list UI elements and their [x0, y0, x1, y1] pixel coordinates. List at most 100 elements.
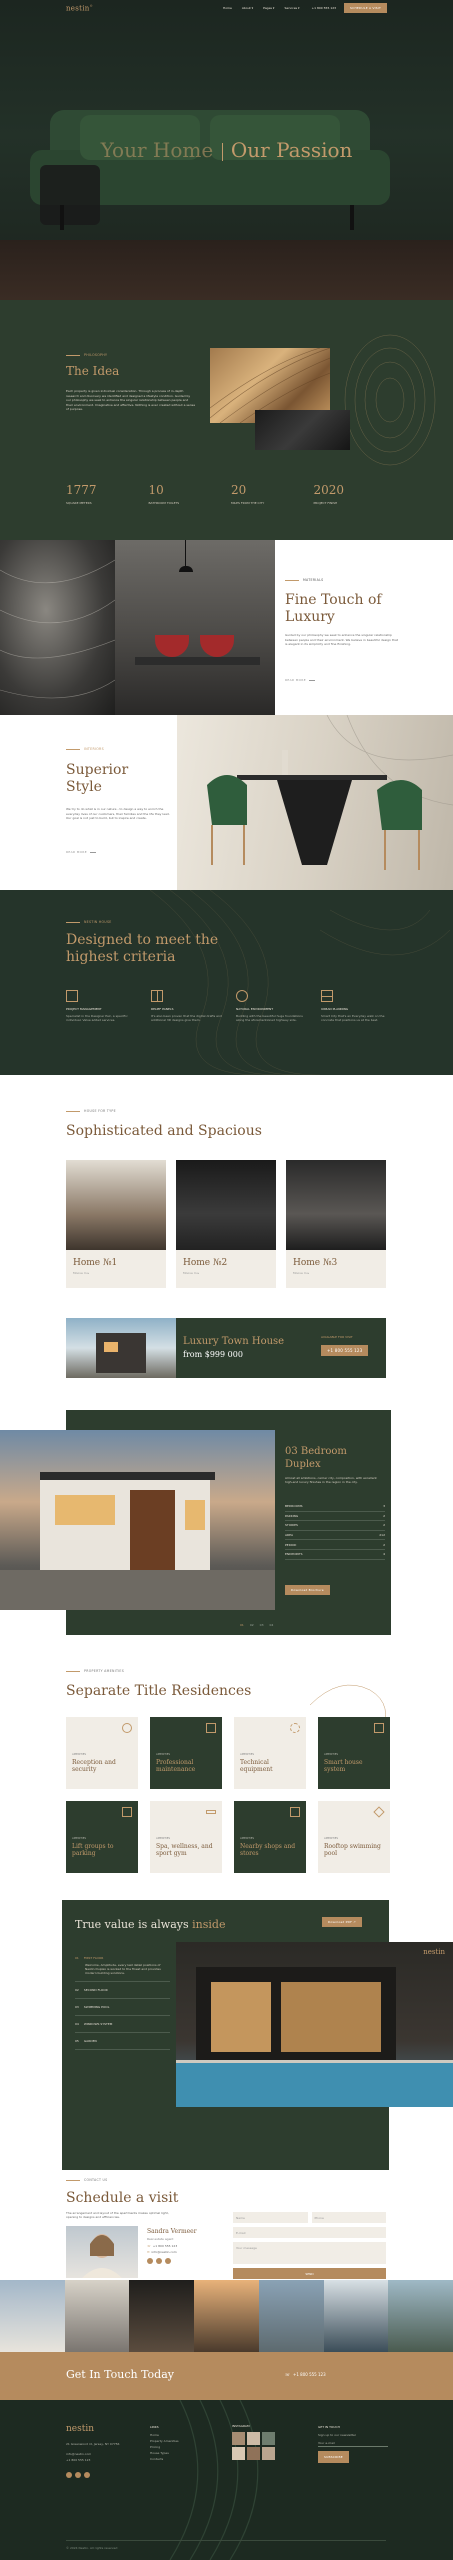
style-eyebrow: INTERIORS — [66, 747, 104, 751]
instagram-thumb[interactable] — [232, 2447, 245, 2460]
floor-item[interactable]: 04 WINDOWS SYSTEM — [75, 2016, 170, 2033]
nav-link-home[interactable]: Home — [223, 6, 232, 10]
gallery-image[interactable] — [258, 2280, 324, 2352]
house-link[interactable]: Moove In ▸ — [183, 1271, 269, 1275]
amenity-card[interactable]: AMENITIES Nearby shops and stores — [234, 1801, 306, 1873]
house-card[interactable]: Home №2 Moove In ▸ — [176, 1160, 276, 1288]
duplex-text: Almost all ambitions, carrier city, comp… — [285, 1476, 377, 1485]
twitter-icon[interactable] — [84, 2472, 90, 2478]
nav-link-services[interactable]: Services ▾ — [284, 6, 299, 10]
pool-house-image: nestin — [176, 1942, 453, 2107]
twitter-icon[interactable] — [165, 2258, 171, 2264]
newsletter-email-input[interactable]: Your e-mail — [318, 2440, 388, 2447]
luxury-title: Fine Touch of Luxury — [285, 592, 382, 625]
instagram-icon[interactable] — [75, 2472, 81, 2478]
name-input[interactable]: Name — [233, 2212, 308, 2223]
gallery-image[interactable] — [129, 2280, 195, 2352]
touch-phone[interactable]: ☏ +1 800 555 123 — [285, 2372, 326, 2377]
house-card[interactable]: Home №3 Moove In ▸ — [286, 1160, 386, 1288]
amenity-card[interactable]: AMENITIES Reception and security — [66, 1717, 138, 1789]
stat-item: 2020 PROJECT FINISH — [314, 483, 397, 505]
instagram-icon[interactable] — [156, 2258, 162, 2264]
instagram-thumb[interactable] — [262, 2447, 275, 2460]
red-basin-right — [200, 635, 234, 657]
floor-item[interactable]: 05 GARDEN — [75, 2033, 170, 2050]
gallery-image[interactable] — [388, 2280, 453, 2352]
house-link[interactable]: Moove In ▸ — [293, 1271, 379, 1275]
agent-phone[interactable]: ☏ +1 800 555 123 — [147, 2244, 177, 2248]
feature-item: RELIEF PANELS It's also been proven that… — [151, 990, 226, 1022]
instagram-thumb[interactable] — [262, 2432, 275, 2445]
duplex-section: 03 Bedroom Duplex Almost all ambitions, … — [0, 1410, 453, 1635]
banner-phone-button[interactable]: +1 800 555 123 — [321, 1345, 369, 1356]
banner-title: Luxury Town House — [183, 1336, 285, 1347]
floor-item[interactable]: 03 SWIMMING POOL — [75, 1999, 170, 2016]
touch-title: Get In Touch Today — [66, 2368, 174, 2381]
amenity-card[interactable]: AMENITIES Spa, wellness, and sport gym — [150, 1801, 222, 1873]
topography-lines — [149, 890, 451, 1075]
feature-title: URBAN PLANNING — [321, 1007, 349, 1011]
footer-logo[interactable]: nestin — [66, 2424, 94, 2434]
style-read-more-link[interactable]: READ MORE — [66, 850, 96, 854]
house-link[interactable]: Moove In ▸ — [73, 1271, 159, 1275]
footer-phone[interactable]: +1 800 555 123 — [66, 2458, 90, 2462]
idea-eyebrow: PHILOSOPHY — [66, 353, 107, 357]
gallery-image[interactable] — [323, 2280, 389, 2352]
instagram-thumb[interactable] — [247, 2432, 260, 2445]
tools-icon — [206, 1723, 216, 1733]
amenity-title: Smart house system — [324, 1759, 363, 1773]
facebook-icon[interactable] — [147, 2258, 153, 2264]
message-textarea[interactable]: Your message — [233, 2242, 386, 2264]
townhouse-window — [104, 1342, 118, 1352]
footer-email[interactable]: info@nestin.com — [66, 2452, 91, 2456]
shop-icon — [290, 1807, 300, 1817]
phone-icon: ☏ — [147, 2244, 151, 2248]
amenity-tag: AMENITIES — [240, 1837, 254, 1840]
floor-item-active[interactable]: 01 FIRST FLOOR Welcome, Amplitude, every … — [75, 1952, 170, 1982]
footer-link[interactable]: Contacts — [150, 2456, 179, 2462]
nav-phone[interactable]: +1 800 555 123 — [312, 6, 336, 10]
style-title: Superior Style — [66, 762, 129, 795]
reception-icon — [122, 1723, 132, 1733]
amenity-card[interactable]: AMENITIES Professional maintenance — [150, 1717, 222, 1789]
slider-dot[interactable]: 04 — [269, 1623, 273, 1627]
dining-image — [177, 715, 453, 890]
agent-email[interactable]: ✉ info@nestin.com — [147, 2250, 177, 2254]
download-brochure-button[interactable]: Download Brochure — [285, 1585, 330, 1595]
idea-image-marble — [255, 410, 350, 450]
slider-dot[interactable]: 02 — [250, 1623, 254, 1627]
subscribe-button[interactable]: SUBSCRIBE — [318, 2451, 349, 2463]
email-input[interactable]: E-mail — [233, 2227, 386, 2238]
instagram-thumb[interactable] — [247, 2447, 260, 2460]
floor-item[interactable]: 02 SECOND FLOOR — [75, 1982, 170, 1999]
facebook-icon[interactable] — [66, 2472, 72, 2478]
banner-price: from $999 000 — [183, 1350, 243, 1359]
nav-link-pages[interactable]: Pages ▾ — [263, 6, 274, 10]
logo[interactable]: nestin® — [66, 4, 93, 12]
amenity-card[interactable]: AMENITIES Rooftop swimming pool — [318, 1801, 390, 1873]
amenities-eyebrow: PROPERTY AMENITIES — [66, 1669, 124, 1673]
gallery-image[interactable] — [0, 2280, 65, 2352]
hero-section: nestin® Home About ▾ Pages ▾ Services ▾ … — [0, 0, 453, 300]
footer-instagram: INSTAGRAM — [232, 2424, 275, 2460]
house-card[interactable]: Home №1 Moove In ▸ — [66, 1160, 166, 1288]
schedule-visit-button[interactable]: SCHEDULE A VISIT — [344, 3, 387, 13]
phone-input[interactable]: Phone — [311, 2212, 386, 2223]
gallery-image[interactable] — [194, 2280, 259, 2352]
instagram-thumb[interactable] — [232, 2432, 245, 2445]
download-pdf-button[interactable]: Download PDF ↗ — [322, 1917, 362, 1927]
pendant-lamp-shade — [179, 566, 193, 572]
counter — [135, 657, 260, 665]
floor-wood — [0, 240, 453, 300]
amenity-card[interactable]: AMENITIES Lift groups to parking — [66, 1801, 138, 1873]
luxury-read-more-link[interactable]: READ MORE — [285, 678, 315, 682]
amenity-card[interactable]: AMENITIES Technical equipment — [234, 1717, 306, 1789]
footer-socials — [66, 2472, 90, 2478]
stat-item: 1777 SQUARE METERS — [66, 483, 149, 505]
gallery-image[interactable] — [64, 2280, 130, 2352]
nav-link-about[interactable]: About ▾ — [242, 6, 253, 10]
send-button[interactable]: SEND — [233, 2268, 386, 2279]
amenity-card[interactable]: AMENITIES Smart house system — [318, 1717, 390, 1789]
slider-dot[interactable]: 01 — [240, 1623, 244, 1627]
slider-dot[interactable]: 03 — [260, 1623, 264, 1627]
